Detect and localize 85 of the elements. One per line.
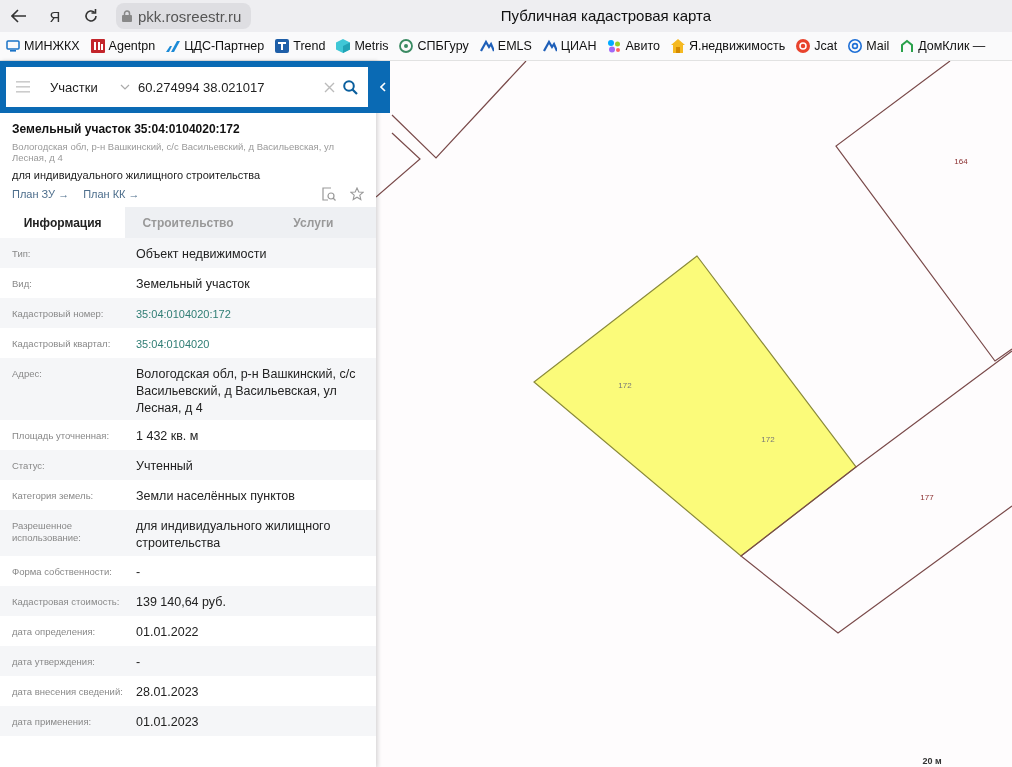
field-label: Статус: — [12, 459, 46, 472]
cadastral-link[interactable]: 35:04:0104020 — [136, 336, 356, 353]
menu-icon — [16, 81, 30, 93]
field-value: - — [136, 564, 142, 581]
field-label: Тип: — [12, 247, 32, 260]
parcel-number: 164 — [954, 157, 968, 166]
at-sign-icon — [848, 39, 863, 53]
field-label: Кадастровый квартал: — [12, 337, 112, 350]
bookmark-link[interactable]: ДомКлик — — [900, 39, 986, 53]
scale-label: 20 м — [922, 756, 942, 766]
lock-icon — [122, 10, 132, 22]
bookmark-link[interactable]: СПБГуру — [399, 39, 469, 53]
circle-logo-icon — [796, 39, 811, 53]
layer-dropdown[interactable]: Участки — [50, 79, 112, 95]
square-logo-icon — [275, 39, 290, 53]
collapse-panel-button[interactable] — [376, 61, 390, 113]
field-label: Адрес: — [12, 367, 43, 380]
object-purpose: для индивидуального жилищного строительства — [12, 169, 262, 181]
peak-logo-icon — [542, 39, 557, 53]
bookmark-link[interactable]: Jcat — [796, 39, 838, 53]
house-outline-icon — [900, 39, 915, 53]
object-title: Земельный участок 35:04:0104020:172 — [12, 122, 241, 136]
star-icon[interactable] — [350, 187, 364, 201]
cadastral-link[interactable]: 35:04:0104020:172 — [136, 306, 356, 323]
peak-logo-icon — [479, 39, 494, 53]
bars-logo-icon — [90, 39, 105, 53]
field-label: Кадастровая стоимость: — [12, 595, 121, 608]
field-value: 28.01.2023 — [136, 684, 200, 701]
field-label: дата определения: — [12, 625, 97, 638]
bookmark-link[interactable]: ЦДС-Партнер — [166, 39, 265, 53]
field-label: Форма собственности: — [12, 565, 113, 578]
close-icon[interactable] — [324, 81, 335, 93]
field-label: дата применения: — [12, 715, 93, 728]
bookmark-link[interactable]: Metris — [336, 39, 389, 53]
house-icon — [670, 39, 685, 53]
ring-icon — [399, 39, 414, 53]
parcel-number: 172 — [761, 435, 775, 444]
cube-icon — [336, 39, 351, 53]
object-address: Вологодская обл, р-н Вашкинский, с/с Васильевский, д Васильевская, ул Лесная, д 4 — [12, 141, 336, 163]
field-value: Земли населённых пунктов — [136, 488, 296, 505]
field-value: 1 432 кв. м — [136, 428, 200, 445]
field-value: Объект недвижимости — [136, 246, 268, 263]
bookmark-link[interactable]: Trend — [275, 39, 326, 53]
field-label: Разрешенное использование: — [12, 519, 82, 544]
field-value: - — [136, 654, 142, 671]
dots-logo-icon — [607, 39, 622, 53]
parcel-number: 172 — [618, 381, 632, 390]
bookmark-link[interactable]: МИНЖКХ — [6, 39, 80, 53]
field-value: Вологодская обл, р-н Вашкинский, с/с Васильевский, д Васильевская, ул Лесная, д 4 — [136, 366, 356, 417]
cadastral-map[interactable]: 172 172 164 177 20 м — [376, 61, 1012, 767]
search-icon[interactable] — [343, 79, 358, 95]
field-value: 01.01.2023 — [136, 714, 200, 731]
parcel-boundary[interactable] — [391, 61, 527, 159]
slash-logo-icon — [166, 39, 181, 53]
bookmark-link[interactable]: EMLS — [479, 39, 532, 53]
reload-icon — [83, 8, 99, 24]
bookmark-link[interactable]: ЦИАН — [542, 39, 597, 53]
parcel-boundary[interactable] — [376, 132, 421, 198]
page-title: Публичная кадастровая карта — [500, 7, 712, 24]
address-bar[interactable]: pkk.rosreestr.ru — [116, 3, 252, 29]
tab[interactable]: Информация — [0, 207, 126, 238]
plan-link[interactable]: План КК → — [83, 188, 140, 200]
field-value: 01.01.2022 — [136, 624, 200, 641]
field-label: дата внесения сведений: — [12, 685, 124, 698]
field-value: Земельный участок — [136, 276, 251, 293]
home-button[interactable]: Я — [44, 5, 66, 27]
bookmark-link[interactable]: Mail — [848, 39, 890, 53]
field-label: Площадь уточненная: — [12, 429, 111, 442]
chevron-left-icon — [380, 82, 386, 92]
field-label: Кадастровый номер: — [12, 307, 105, 320]
bookmark-link[interactable]: Я.недвижимость — [670, 39, 786, 53]
document-search-icon[interactable] — [322, 187, 336, 201]
field-value: для индивидуального жилищного строительства — [136, 518, 332, 552]
parcel-number: 177 — [920, 493, 934, 502]
monitor-icon — [6, 39, 20, 53]
field-label: Вид: — [12, 277, 33, 290]
back-arrow-icon — [11, 9, 27, 23]
field-label: дата утверждения: — [12, 655, 96, 668]
field-value: 139 140,64 руб. — [136, 594, 227, 611]
caret-icon — [120, 84, 130, 90]
plan-link[interactable]: План ЗУ → — [12, 188, 70, 200]
bookmark-link[interactable]: Авито — [607, 39, 660, 53]
bookmark-link[interactable]: Agentpn — [90, 39, 156, 53]
field-label: Категория земель: — [12, 489, 95, 502]
field-value: Учтенный — [136, 458, 194, 475]
